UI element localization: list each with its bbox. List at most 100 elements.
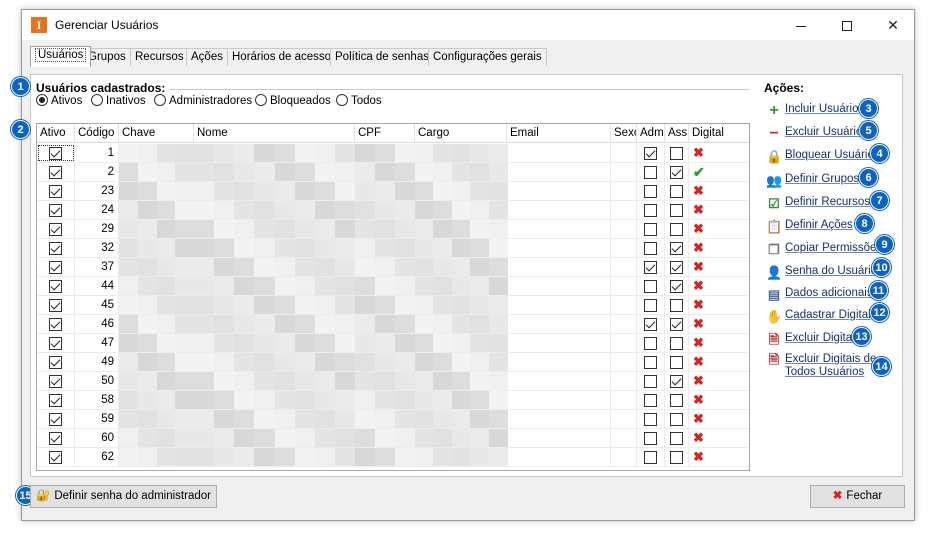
ass-checkbox[interactable] (670, 375, 683, 388)
ass-checkbox[interactable] (670, 242, 683, 255)
col-chave[interactable]: Chave (119, 124, 194, 143)
adm-checkbox[interactable] (644, 356, 657, 369)
adm-checkbox[interactable] (644, 166, 657, 179)
filter-todos[interactable]: Todos (336, 93, 382, 109)
ass-checkbox[interactable] (670, 223, 683, 236)
col-digital[interactable]: Digital (689, 124, 749, 143)
table-row[interactable]: 45 ✖ (37, 296, 749, 315)
filter-administradores[interactable]: Administradores (154, 93, 252, 109)
table-row[interactable]: 60 ✖ (37, 429, 749, 448)
active-checkbox[interactable] (49, 204, 62, 217)
filter-inativos[interactable]: Inativos (91, 93, 146, 109)
active-checkbox[interactable] (49, 413, 62, 426)
ass-checkbox[interactable] (670, 337, 683, 350)
col-codigo[interactable]: Código (75, 124, 119, 143)
tab-horarios-de-acesso[interactable]: Horários de acesso (227, 48, 337, 66)
adm-checkbox[interactable] (644, 413, 657, 426)
active-checkbox[interactable] (49, 432, 62, 445)
table-row[interactable]: 23 ✖ (37, 182, 749, 201)
table-row[interactable]: 46 ✖ (37, 315, 749, 334)
active-checkbox[interactable] (49, 318, 62, 331)
tab-usuarios[interactable]: Usuários (30, 46, 92, 67)
action-dados-adicionais[interactable]: ▤ Dados adicionais (766, 285, 873, 302)
adm-checkbox[interactable] (644, 261, 657, 274)
action-definir-grupos[interactable]: 👥 Definir Grupos (766, 171, 859, 188)
col-ativo[interactable]: Ativo (37, 124, 75, 143)
set-admin-password-button[interactable]: 🔐 Definir senha do administrador (30, 485, 217, 508)
col-adm[interactable]: Adm (637, 124, 665, 143)
active-checkbox[interactable] (49, 166, 62, 179)
active-checkbox[interactable] (49, 185, 62, 198)
action-excluir-usuario[interactable]: − Excluir Usuário (766, 124, 862, 142)
active-checkbox[interactable] (49, 299, 62, 312)
active-checkbox[interactable] (49, 223, 62, 236)
adm-checkbox[interactable] (644, 280, 657, 293)
active-checkbox[interactable] (49, 337, 62, 350)
filter-bloqueados[interactable]: Bloqueados (255, 93, 331, 109)
col-nome[interactable]: Nome (194, 124, 355, 143)
col-sexo[interactable]: Sexo (611, 124, 637, 143)
table-row[interactable]: 49 ✖ (37, 353, 749, 372)
tab-configuracoes-gerais[interactable]: Configurações gerais (428, 48, 547, 66)
adm-checkbox[interactable] (644, 147, 657, 160)
action-definir-acoes[interactable]: 📋 Definir Ações (766, 217, 853, 234)
active-checkbox[interactable] (49, 394, 62, 407)
users-grid[interactable]: Ativo Código Chave Nome CPF Cargo Email … (36, 123, 750, 471)
ass-checkbox[interactable] (670, 166, 683, 179)
active-checkbox[interactable] (49, 375, 62, 388)
adm-checkbox[interactable] (644, 185, 657, 198)
table-row[interactable]: 47 ✖ (37, 334, 749, 353)
action-definir-recursos[interactable]: ☑ Definir Recursos (766, 194, 870, 211)
adm-checkbox[interactable] (644, 242, 657, 255)
tab-recursos[interactable]: Recursos (130, 48, 189, 66)
action-excluir-digitais-todos[interactable]: 🗎 Excluir Digitais de Todos Usuários (766, 353, 877, 381)
table-row[interactable]: 29 ✖ (37, 220, 749, 239)
table-row[interactable]: 44 ✖ (37, 277, 749, 296)
ass-checkbox[interactable] (670, 451, 683, 464)
ass-checkbox[interactable] (670, 394, 683, 407)
ass-checkbox[interactable] (670, 413, 683, 426)
action-cadastrar-digital[interactable]: ✋ Cadastrar Digital (766, 307, 871, 324)
ass-checkbox[interactable] (670, 299, 683, 312)
table-row[interactable]: 32 ✖ (37, 239, 749, 258)
adm-checkbox[interactable] (644, 432, 657, 445)
adm-checkbox[interactable] (644, 451, 657, 464)
ass-checkbox[interactable] (670, 204, 683, 217)
adm-checkbox[interactable] (644, 299, 657, 312)
col-cpf[interactable]: CPF (355, 124, 415, 143)
action-senha-do-usuario[interactable]: 👤 Senha do Usuário (766, 263, 877, 280)
adm-checkbox[interactable] (644, 375, 657, 388)
table-row[interactable]: 37 ✖ (37, 258, 749, 277)
ass-checkbox[interactable] (670, 280, 683, 293)
ass-checkbox[interactable] (670, 318, 683, 331)
active-checkbox[interactable] (49, 261, 62, 274)
table-row[interactable]: 1 ✖ (37, 144, 749, 163)
ass-checkbox[interactable] (670, 356, 683, 369)
action-copiar-permissoes[interactable]: ❐ Copiar Permissões (766, 240, 882, 257)
table-row[interactable]: 58 ✖ (37, 391, 749, 410)
adm-checkbox[interactable] (644, 318, 657, 331)
table-row[interactable]: 62 ✖ (37, 448, 749, 467)
action-excluir-digital[interactable]: 🗎 Excluir Digital (766, 330, 855, 347)
ass-checkbox[interactable] (670, 261, 683, 274)
ass-checkbox[interactable] (670, 432, 683, 445)
col-email[interactable]: Email (507, 124, 611, 143)
tab-acoes[interactable]: Ações (186, 48, 228, 66)
adm-checkbox[interactable] (644, 337, 657, 350)
ass-checkbox[interactable] (670, 185, 683, 198)
table-row[interactable]: 59 ✖ (37, 410, 749, 429)
col-cargo[interactable]: Cargo (415, 124, 507, 143)
action-incluir-usuario[interactable]: + Incluir Usuário (766, 101, 858, 119)
ass-checkbox[interactable] (670, 147, 683, 160)
table-row[interactable]: 50 ✖ (37, 372, 749, 391)
adm-checkbox[interactable] (644, 223, 657, 236)
adm-checkbox[interactable] (644, 394, 657, 407)
maximize-button[interactable] (824, 10, 870, 40)
action-bloquear-usuario[interactable]: 🔒 Bloquear Usuário (766, 147, 874, 164)
active-checkbox[interactable] (49, 356, 62, 369)
table-row[interactable]: 24 ✖ (37, 201, 749, 220)
active-checkbox[interactable] (49, 147, 62, 160)
col-ass[interactable]: Ass. (665, 124, 689, 143)
adm-checkbox[interactable] (644, 204, 657, 217)
tab-politica-de-senhas[interactable]: Política de senhas (330, 48, 434, 66)
